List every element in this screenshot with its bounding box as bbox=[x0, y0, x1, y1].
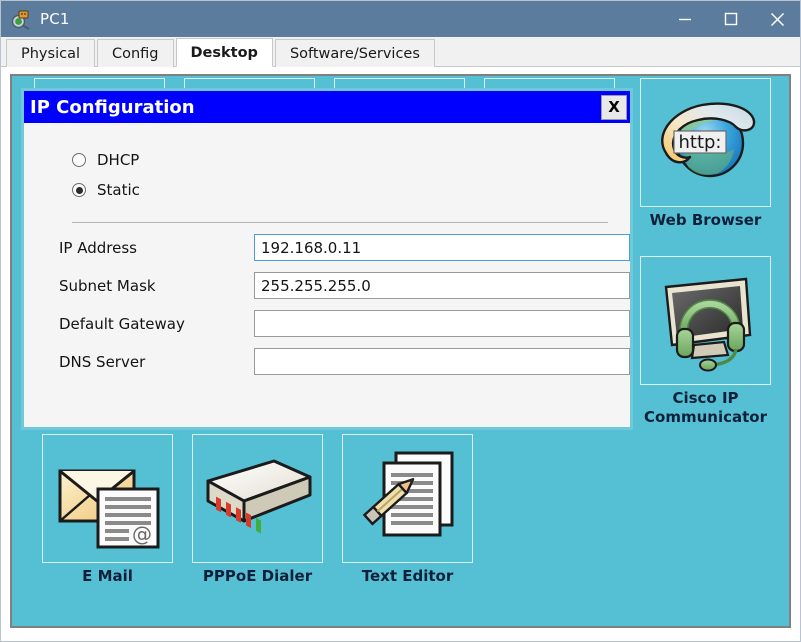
tab-desktop[interactable]: Desktop bbox=[176, 38, 273, 67]
ip-address-input[interactable] bbox=[254, 234, 630, 261]
desktop-icon-text-editor[interactable]: Text Editor bbox=[342, 434, 473, 586]
desktop-icon-web-browser[interactable]: http: Web Browser bbox=[640, 78, 771, 230]
pppoe-dialer-icon bbox=[198, 447, 318, 551]
maximize-icon[interactable] bbox=[708, 1, 754, 37]
email-icon: @ bbox=[50, 447, 166, 551]
icon-tile bbox=[342, 434, 473, 563]
pc-window: PC1 Physical Config Desktop Software/Ser… bbox=[0, 0, 801, 642]
default-gateway-input[interactable] bbox=[254, 310, 630, 337]
field-row-default-gateway: Default Gateway bbox=[59, 310, 630, 337]
dialog-titlebar: IP Configuration X bbox=[24, 91, 630, 123]
icon-tile bbox=[640, 256, 771, 385]
dns-server-label: DNS Server bbox=[59, 353, 254, 371]
ip-configuration-dialog: IP Configuration X DHCP Static IP Addre bbox=[21, 88, 633, 430]
tab-content-desktop: Email Setup bbox=[1, 67, 800, 641]
text-editor-icon bbox=[350, 447, 466, 551]
tab-bar: Physical Config Desktop Software/Service… bbox=[1, 37, 800, 67]
desktop-panel: Email Setup bbox=[10, 74, 791, 628]
desktop-icon-label: PPPoE Dialer bbox=[192, 567, 323, 586]
window-titlebar: PC1 bbox=[1, 1, 800, 37]
ip-address-label: IP Address bbox=[59, 239, 254, 257]
svg-text:@: @ bbox=[132, 522, 152, 546]
dialog-close-button[interactable]: X bbox=[601, 95, 627, 120]
tab-software-services[interactable]: Software/Services bbox=[275, 39, 435, 67]
desktop-icon-label: E Mail bbox=[42, 567, 173, 586]
radio-dhcp-label: DHCP bbox=[97, 151, 139, 169]
subnet-mask-input[interactable] bbox=[254, 272, 630, 299]
radio-static-label: Static bbox=[97, 181, 140, 199]
svg-text:http:: http: bbox=[678, 132, 721, 153]
dns-server-input[interactable] bbox=[254, 348, 630, 375]
desktop-icon-label: Web Browser bbox=[640, 211, 771, 230]
web-browser-icon: http: bbox=[650, 91, 762, 195]
desktop-icon-email[interactable]: @ E Mail bbox=[42, 434, 173, 586]
dialog-title: IP Configuration bbox=[30, 97, 195, 118]
section-divider bbox=[72, 222, 608, 223]
subnet-mask-label: Subnet Mask bbox=[59, 277, 254, 295]
dialog-body: DHCP Static IP Address Subnet Mask bbox=[24, 123, 630, 427]
radio-option-static[interactable]: Static bbox=[72, 175, 630, 205]
field-row-subnet-mask: Subnet Mask bbox=[59, 272, 630, 299]
icon-tile bbox=[192, 434, 323, 563]
close-icon[interactable] bbox=[754, 1, 800, 37]
window-title: PC1 bbox=[40, 10, 70, 28]
desktop-icon-cisco-ip-communicator[interactable]: Cisco IP Communicator bbox=[640, 256, 771, 427]
packet-tracer-pc-icon bbox=[10, 8, 32, 30]
minimize-icon[interactable] bbox=[662, 1, 708, 37]
tab-physical[interactable]: Physical bbox=[6, 39, 95, 67]
radio-static-indicator bbox=[72, 183, 86, 197]
cisco-ip-communicator-icon bbox=[650, 269, 762, 373]
field-row-dns-server: DNS Server bbox=[59, 348, 630, 375]
window-controls bbox=[662, 1, 800, 37]
desktop-icon-label: Text Editor bbox=[342, 567, 473, 586]
field-row-ip-address: IP Address bbox=[59, 234, 630, 261]
radio-dhcp-indicator bbox=[72, 153, 86, 167]
desktop-icon-pppoe-dialer[interactable]: PPPoE Dialer bbox=[192, 434, 323, 586]
default-gateway-label: Default Gateway bbox=[59, 315, 254, 333]
desktop-icon-label: Cisco IP Communicator bbox=[640, 389, 771, 427]
radio-option-dhcp[interactable]: DHCP bbox=[72, 145, 630, 175]
icon-tile: http: bbox=[640, 78, 771, 207]
icon-tile: @ bbox=[42, 434, 173, 563]
tab-config[interactable]: Config bbox=[97, 39, 174, 67]
